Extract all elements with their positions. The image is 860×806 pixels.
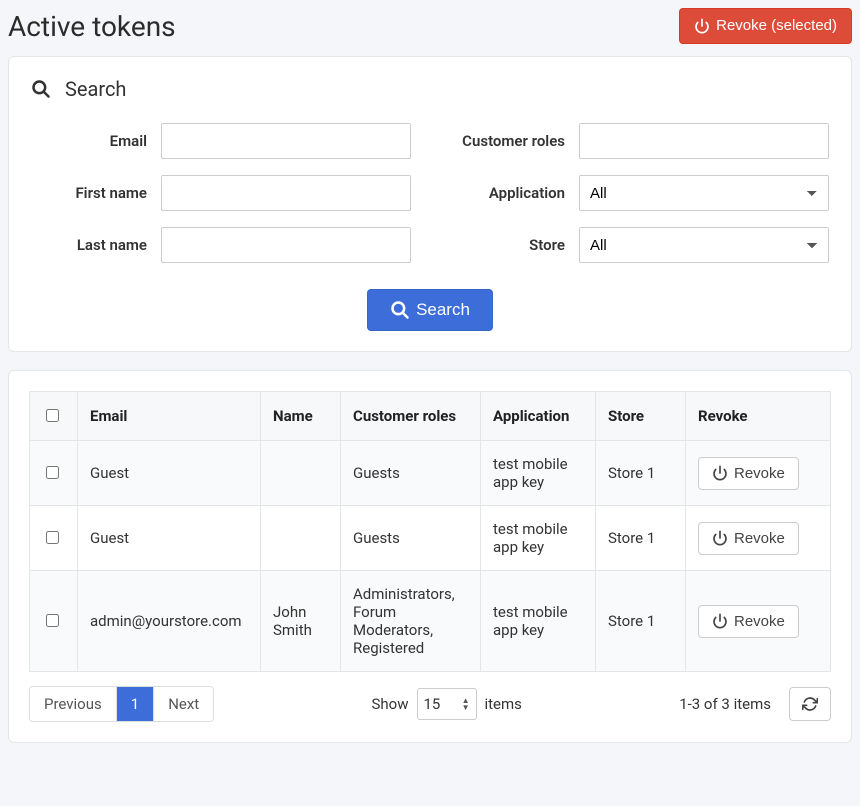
col-name: Name [261, 392, 341, 441]
revoke-button[interactable]: Revoke [698, 605, 799, 638]
store-label: Store [449, 236, 579, 254]
items-label: items [485, 695, 522, 713]
page-size-select[interactable]: 15 ▲▼ [417, 688, 477, 720]
revoke-selected-button[interactable]: Revoke (selected) [679, 8, 852, 44]
tokens-table: Email Name Customer roles Application St… [29, 391, 831, 672]
search-button[interactable]: Search [367, 289, 493, 331]
col-application: Application [481, 392, 596, 441]
search-panel: Search Email First name Last name Custom… [8, 56, 852, 352]
page-size-group: Show 15 ▲▼ items [372, 688, 522, 720]
email-label: Email [31, 132, 161, 150]
col-store: Store [596, 392, 686, 441]
refresh-icon [802, 696, 818, 712]
firstname-field[interactable] [161, 175, 411, 211]
search-heading: Search [31, 77, 829, 101]
search-icon [390, 300, 410, 320]
show-label: Show [372, 695, 409, 713]
revoke-button-label: Revoke [734, 530, 785, 547]
select-all-checkbox[interactable] [46, 409, 59, 422]
page-header: Active tokens Revoke (selected) [8, 8, 852, 56]
revoke-button-label: Revoke [734, 465, 785, 482]
row-checkbox[interactable] [46, 466, 59, 479]
application-select[interactable]: All [579, 175, 829, 211]
revoke-selected-label: Revoke (selected) [716, 17, 837, 35]
cell-store: Store 1 [596, 571, 686, 672]
revoke-button[interactable]: Revoke [698, 522, 799, 555]
cell-email: admin@yourstore.com [78, 571, 261, 672]
cell-store: Store 1 [596, 506, 686, 571]
pagination-page-1[interactable]: 1 [117, 687, 154, 721]
cell-name [261, 506, 341, 571]
search-form: Email First name Last name Customer role… [31, 123, 829, 279]
cell-name [261, 441, 341, 506]
results-panel: Email Name Customer roles Application St… [8, 370, 852, 743]
roles-label: Customer roles [449, 132, 579, 150]
pagination: Previous 1 Next [29, 686, 214, 722]
search-icon [31, 79, 51, 99]
cell-email: Guest [78, 506, 261, 571]
row-checkbox[interactable] [46, 614, 59, 627]
power-icon [712, 613, 728, 629]
stepper-arrows-icon: ▲▼ [462, 697, 470, 711]
table-footer: Previous 1 Next Show 15 ▲▼ items 1-3 of … [29, 672, 831, 722]
search-button-label: Search [416, 300, 470, 320]
power-icon [712, 465, 728, 481]
table-row: Guest Gueststest mobile app keyStore 1 Rev… [30, 441, 831, 506]
pagination-summary: 1-3 of 3 items [679, 695, 771, 713]
pagination-previous[interactable]: Previous [30, 687, 117, 721]
table-row: admin@yourstore.comJohn SmithAdministrat… [30, 571, 831, 672]
cell-roles: Guests [341, 506, 481, 571]
cell-application: test mobile app key [481, 506, 596, 571]
lastname-label: Last name [31, 236, 161, 254]
cell-roles: Administrators, Forum Moderators, Regist… [341, 571, 481, 672]
email-field[interactable] [161, 123, 411, 159]
cell-roles: Guests [341, 441, 481, 506]
page-size-value: 15 [424, 695, 441, 713]
revoke-button-label: Revoke [734, 613, 785, 630]
search-heading-label: Search [65, 77, 126, 101]
col-roles: Customer roles [341, 392, 481, 441]
cell-email: Guest [78, 441, 261, 506]
firstname-label: First name [31, 184, 161, 202]
power-icon [694, 18, 710, 34]
store-select[interactable]: All [579, 227, 829, 263]
cell-name: John Smith [261, 571, 341, 672]
pagination-next[interactable]: Next [154, 687, 213, 721]
page-title: Active tokens [8, 10, 176, 43]
lastname-field[interactable] [161, 227, 411, 263]
revoke-button[interactable]: Revoke [698, 457, 799, 490]
cell-application: test mobile app key [481, 571, 596, 672]
table-row: Guest Gueststest mobile app keyStore 1 Rev… [30, 506, 831, 571]
refresh-button[interactable] [789, 687, 831, 721]
row-checkbox[interactable] [46, 531, 59, 544]
col-revoke: Revoke [686, 392, 831, 441]
application-label: Application [449, 184, 579, 202]
cell-application: test mobile app key [481, 441, 596, 506]
power-icon [712, 530, 728, 546]
cell-store: Store 1 [596, 441, 686, 506]
col-email: Email [78, 392, 261, 441]
roles-field[interactable] [579, 123, 829, 159]
